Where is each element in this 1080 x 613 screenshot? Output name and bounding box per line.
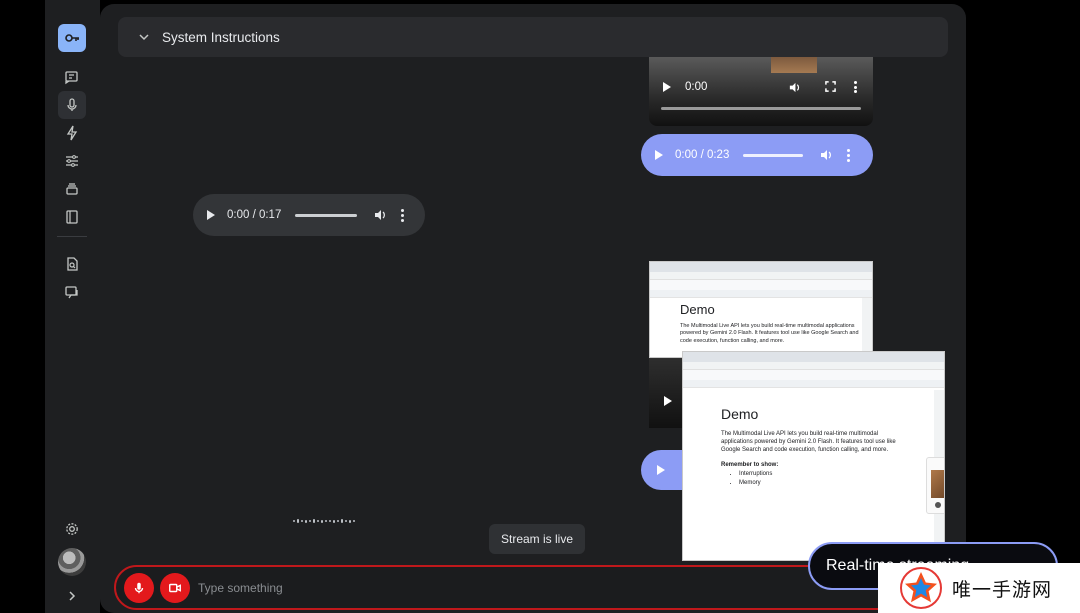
audio-time-left: 0:00 / 0:17: [227, 209, 282, 221]
api-key-button[interactable]: [58, 24, 86, 52]
play-icon[interactable]: [207, 210, 215, 220]
stream-realtime-button[interactable]: [58, 91, 86, 119]
main-panel: System Instructions 0:00 0:00 / 0:23 0:0…: [100, 4, 1074, 613]
volume-icon[interactable]: [819, 148, 833, 162]
microphone-button[interactable]: [124, 573, 154, 603]
watermark: 唯一手游网: [878, 563, 1080, 613]
doc-page: Demo The Multimodal Live API lets you bu…: [721, 406, 911, 489]
docs-button[interactable]: [58, 203, 86, 231]
doc-title: Demo: [680, 302, 715, 317]
app-root: System Instructions 0:00 0:00 / 0:23 0:0…: [0, 0, 1080, 613]
camera-button[interactable]: [160, 573, 190, 603]
camera-preview: [931, 470, 944, 498]
chat-prompt-button[interactable]: [58, 63, 86, 91]
volume-icon[interactable]: [373, 208, 387, 222]
sidebar: [45, 0, 100, 613]
tune-button[interactable]: [58, 147, 86, 175]
audio-player-right[interactable]: 0:00 / 0:23: [641, 134, 873, 176]
chevron-down-icon: [138, 31, 150, 43]
video-camera-icon: [168, 581, 182, 595]
star-logo-icon: [900, 567, 942, 609]
video-progress-bar[interactable]: [661, 107, 861, 110]
message-input[interactable]: [198, 578, 798, 598]
more-options-icon[interactable]: [401, 208, 405, 222]
system-instructions-label: System Instructions: [162, 29, 280, 45]
play-icon[interactable]: [655, 150, 663, 160]
sidebar-divider: [57, 236, 87, 237]
audio-player-left[interactable]: 0:00 / 0:17: [193, 194, 425, 236]
stream-status-toast: Stream is live: [489, 524, 586, 554]
doc-body: The Multimodal Live API lets you build r…: [680, 323, 859, 344]
expand-sidebar-button[interactable]: [58, 582, 86, 610]
shared-screen-frame-back: Demo The Multimodal Live API lets you bu…: [649, 261, 873, 358]
key-icon: [64, 30, 80, 46]
avatar[interactable]: [58, 548, 86, 576]
microphone-icon: [64, 97, 80, 113]
play-icon[interactable]: [663, 82, 671, 92]
video-thumbnail: [771, 57, 817, 73]
library-button[interactable]: [58, 175, 86, 203]
feedback-icon: [64, 284, 80, 300]
doc-title: Demo: [721, 406, 759, 422]
volume-icon[interactable]: [788, 81, 801, 94]
more-options-icon[interactable]: [854, 81, 857, 93]
audio-time-right: 0:00 / 0:23: [675, 149, 730, 161]
doc-page: Demo The Multimodal Live API lets you bu…: [680, 302, 860, 346]
gear-icon: [64, 521, 80, 537]
meet-preview: [926, 457, 944, 514]
document-search-icon: [64, 256, 80, 272]
meet-controls: [935, 502, 944, 508]
doc-reminder: Remember to show:: [721, 462, 779, 469]
microphone-icon: [132, 582, 146, 595]
chevron-right-icon: [64, 588, 80, 604]
chat-spark-icon: [64, 69, 80, 85]
doc-body: The Multimodal Live API lets you build r…: [721, 431, 896, 454]
list-item: Interruptions: [739, 470, 911, 479]
doc-reminder-list: Interruptions Memory: [739, 470, 911, 488]
play-icon[interactable]: [664, 396, 672, 406]
system-instructions-toggle[interactable]: System Instructions: [118, 17, 948, 57]
tune-icon: [66, 153, 78, 169]
video-player-top[interactable]: 0:00: [649, 57, 873, 126]
play-icon[interactable]: [657, 465, 665, 475]
settings-button[interactable]: [58, 515, 86, 543]
video-player-middle[interactable]: [649, 358, 683, 428]
shared-screen-frame-front: Demo The Multimodal Live API lets you bu…: [682, 351, 945, 561]
watermark-text: 唯一手游网: [952, 578, 1053, 601]
search-docs-button[interactable]: [58, 250, 86, 278]
video-controls: 0:00: [663, 81, 863, 93]
book-icon: [64, 209, 80, 225]
fullscreen-icon[interactable]: [825, 81, 836, 92]
starter-apps-button[interactable]: [58, 119, 86, 147]
more-options-icon[interactable]: [847, 148, 851, 162]
feedback-button[interactable]: [58, 278, 86, 306]
audio-seek-bar[interactable]: [295, 213, 358, 217]
video-time: 0:00: [685, 81, 708, 93]
list-item: Memory: [739, 479, 911, 488]
bolt-icon: [64, 125, 80, 141]
audio-seek-bar[interactable]: [743, 153, 804, 157]
audio-waveform: [293, 519, 355, 523]
audio-player-partial[interactable]: [641, 450, 683, 490]
stack-icon: [64, 181, 80, 197]
